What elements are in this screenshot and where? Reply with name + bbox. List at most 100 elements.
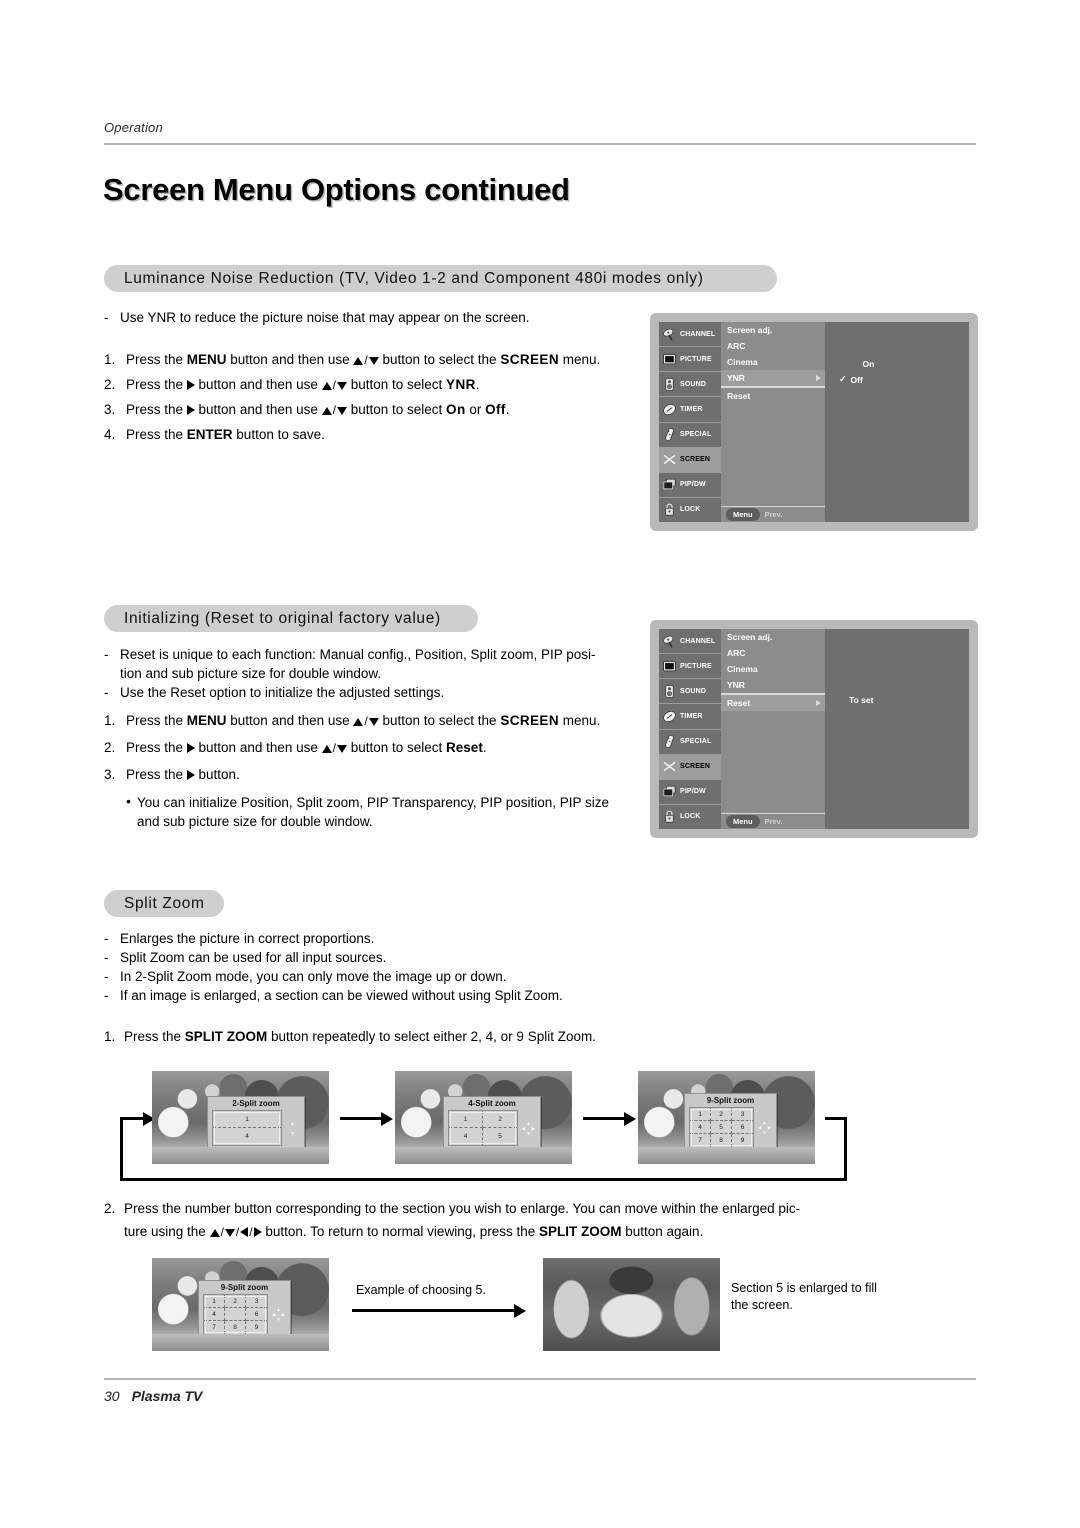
split-zoom-cell[interactable]: 6 (732, 1121, 753, 1134)
chevron-right-icon (816, 700, 821, 706)
osd-option-off[interactable]: ✓ Off (839, 374, 863, 385)
split-zoom-cell[interactable]: 5 (483, 1128, 517, 1145)
osd-sidebar-item-pipdw[interactable]: PIP/DW (659, 780, 721, 805)
osd-sidebar-item-channel[interactable]: CHANNEL (659, 322, 721, 348)
split-zoom-cell[interactable]: 6 (246, 1308, 267, 1321)
osd-sidebar-item-screen[interactable]: SCREEN (659, 447, 721, 473)
osd-option-on[interactable]: ✓ On (851, 358, 875, 369)
osd-sidebar-item-picture[interactable]: PICTURE (659, 347, 721, 373)
osd-sidebar-item-pipdw[interactable]: PIP/DW (659, 473, 721, 498)
split-zoom-cell-selected[interactable] (225, 1308, 246, 1321)
osd-sidebar-item-picture[interactable]: PICTURE (659, 654, 721, 680)
split-zoom-cell[interactable]: 3 (732, 1108, 753, 1121)
caption-section-enlarged: Section 5 is enlarged to fill the screen. (731, 1281, 877, 1312)
remote-control-icon (665, 735, 674, 749)
init-step-3: 3. Press the button. (104, 765, 664, 784)
osd-sidebar-item-timer[interactable]: TIMER (659, 704, 721, 730)
split-zoom-cell[interactable]: 1 (449, 1111, 483, 1128)
osd-sidebar-item-channel[interactable]: CHANNEL (659, 629, 721, 655)
right-arrow-icon (186, 405, 195, 415)
split-zoom-cell[interactable]: 2 (483, 1111, 517, 1128)
osd-menu-list-reset: Screen adj. ARC Cinema YNR Reset Menu Pr… (721, 629, 825, 829)
footer: 30 Plasma TV (104, 1388, 202, 1404)
split-zoom-cell[interactable]: 7 (204, 1321, 225, 1334)
step-text-line-1: Press the number button corresponding to… (124, 1201, 801, 1216)
split-zoom-cell[interactable]: 9 (246, 1321, 267, 1334)
split-zoom-cell[interactable]: 8 (711, 1134, 732, 1147)
split-zoom-cell[interactable]: 8 (225, 1321, 246, 1334)
flow-arrow-2-head (624, 1112, 636, 1126)
split-zoom-cell[interactable]: 4 (213, 1128, 281, 1145)
section-heading-luminance-noise-reduction: Luminance Noise Reduction (TV, Video 1-2… (104, 265, 777, 292)
step-text: Press the ENTER button to save. (126, 427, 325, 442)
osd-sidebar-item-sound[interactable]: SOUND (659, 679, 721, 705)
right-arrow-icon (186, 770, 195, 780)
step-text: Press the button and then use / button t… (126, 377, 480, 392)
step-number: 3. (104, 767, 116, 782)
osd-menu-button[interactable]: Menu (726, 815, 760, 828)
osd-sidebar-item-sound[interactable]: SOUND (659, 372, 721, 398)
osd-sidebar-item-special[interactable]: SPECIAL (659, 423, 721, 448)
init-step-2: 2. Press the button and then use / butto… (104, 738, 664, 758)
pip-windows-icon (663, 786, 676, 797)
split-zoom-cell[interactable]: 4 (690, 1121, 711, 1134)
split-zoom-cell[interactable]: 2 (711, 1108, 732, 1121)
split-zoom-cell[interactable]: 5 (711, 1121, 732, 1134)
dash-marker: - (104, 310, 109, 325)
osd-sidebar-label: TIMER (680, 405, 703, 413)
osd-sidebar-label: SCREEN (680, 456, 711, 464)
bullet-marker: • (126, 793, 131, 809)
up-arrow-icon (353, 357, 364, 365)
split-zoom-title: 9-Split zoom (706, 1096, 755, 1105)
osd-menu-item-arc[interactable]: ARC (721, 338, 825, 354)
osd-sidebar-item-lock[interactable]: LOCK (659, 498, 721, 522)
split-zoom-cell[interactable]: 4 (204, 1308, 225, 1321)
osd-menu-item-screen-adj[interactable]: Screen adj. (721, 322, 825, 338)
osd-menu-item-ynr[interactable]: YNR (721, 370, 825, 386)
split-zoom-cell[interactable]: 3 (246, 1295, 267, 1308)
osd-sidebar-item-lock[interactable]: LOCK (659, 805, 721, 829)
osd-screenshot-reset: CHANNEL PICTURE SOUND TIMER SPECIAL SCRE… (650, 620, 978, 838)
osd-menu-group-top: Screen adj. ARC Cinema YNR (721, 322, 825, 387)
loop-line-right-vertical (844, 1117, 847, 1181)
split-zoom-overlay-example: 9-Split zoom 1 2 3 4 6 7 8 9 ▲ ◀ ▶ ▼ (198, 1280, 291, 1339)
osd-menu-item-reset[interactable]: Reset (721, 388, 825, 404)
splitzoom-bullet-3: In 2-Split Zoom mode, you can only move … (120, 969, 507, 984)
section-heading-label: Split Zoom (124, 894, 205, 912)
osd-menu-button[interactable]: Menu (726, 508, 760, 521)
osd-menu-item-cinema[interactable]: Cinema (721, 661, 825, 677)
right-arrow-icon (253, 1227, 262, 1237)
step-text-line-2: ture using the / / / button. To return to … (124, 1224, 704, 1239)
split-zoom-cell[interactable]: 1 (690, 1108, 711, 1121)
example-arrow-line (352, 1309, 516, 1312)
split-zoom-cell[interactable]: 4 (449, 1128, 483, 1145)
osd-menu-item-cinema[interactable]: Cinema (721, 354, 825, 370)
osd-option-panel-ynr: ✓ On ✓ Off (825, 322, 969, 522)
osd-menu-item-screen-adj[interactable]: Screen adj. (721, 629, 825, 645)
split-zoom-cell[interactable]: 1 (213, 1111, 281, 1128)
split-zoom-cell[interactable]: 2 (225, 1295, 246, 1308)
loop-line-bottom (120, 1178, 847, 1181)
osd-sidebar-item-screen[interactable]: SCREEN (659, 754, 721, 780)
ynr-steps: 1. Press the MENU button and then use / … (104, 350, 664, 444)
split-zoom-cell[interactable]: 7 (690, 1134, 711, 1147)
split-zoom-overlay-2: 2-Split zoom 1 4 ▲ ▼ (207, 1096, 305, 1150)
osd-menu-item-arc[interactable]: ARC (721, 645, 825, 661)
osd-footer: Menu Prev. (721, 506, 825, 522)
osd-menu-item-ynr[interactable]: YNR (721, 677, 825, 693)
loop-line-left-vertical (120, 1117, 123, 1181)
osd-prev-label[interactable]: Prev. (765, 817, 783, 826)
osd-option-to-set[interactable]: To set (849, 695, 873, 705)
split-zoom-cell[interactable]: 1 (204, 1295, 225, 1308)
osd-sidebar-label: PICTURE (680, 355, 712, 363)
step-text: Press the button and then use / button t… (126, 402, 510, 417)
osd-menu-item-reset[interactable]: Reset (721, 695, 825, 711)
split-zoom-title: 9-Split zoom (220, 1283, 269, 1292)
osd-sidebar-item-special[interactable]: SPECIAL (659, 730, 721, 755)
osd-sidebar-item-timer[interactable]: TIMER (659, 397, 721, 423)
flow-arrow-in-line (120, 1117, 144, 1120)
osd-sidebar-label: SOUND (680, 687, 707, 695)
osd-sidebar-label: LOCK (680, 813, 701, 821)
split-zoom-cell[interactable]: 9 (732, 1134, 753, 1147)
osd-prev-label[interactable]: Prev. (765, 510, 783, 519)
